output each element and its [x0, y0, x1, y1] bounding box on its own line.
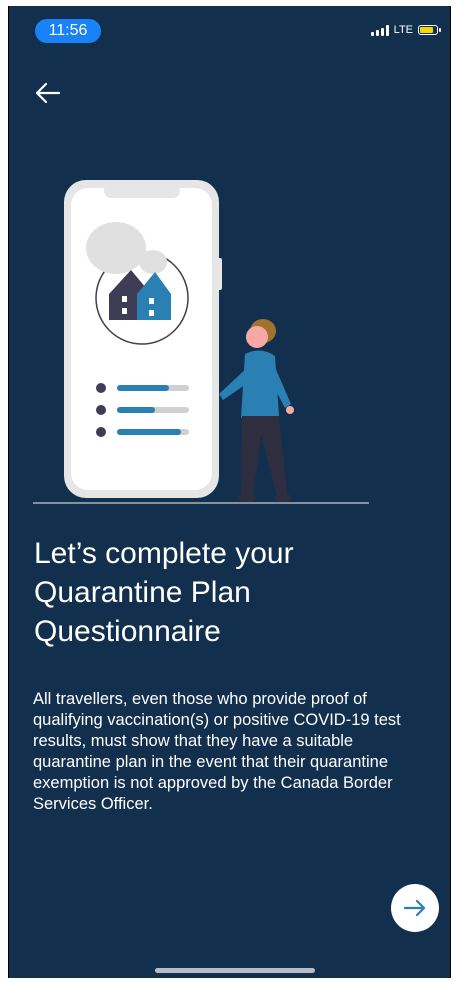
status-indicators: LTE	[370, 24, 441, 36]
arrow-left-icon	[35, 82, 61, 104]
battery-charging-icon	[418, 25, 441, 35]
status-time: 11:56	[35, 19, 101, 43]
signal-bars-icon	[370, 24, 389, 36]
phone-notch	[104, 184, 180, 198]
network-label: LTE	[393, 24, 413, 36]
screen: 11:56 LTE Let’s complete your Quarantine…	[8, 6, 451, 978]
page-title: Let’s complete your Quarantine Plan Ques…	[34, 537, 294, 648]
home-indicator[interactable]	[155, 968, 315, 973]
phone-side-button	[217, 258, 222, 290]
next-button[interactable]	[391, 884, 439, 932]
cloud-shape-small	[139, 250, 167, 274]
back-button[interactable]	[33, 78, 63, 108]
person-head	[246, 326, 268, 348]
description-text: All travellers, even those who provide p…	[33, 690, 401, 813]
person-legs	[241, 416, 287, 496]
cloud-shape	[86, 222, 146, 274]
phone-house-checklist-person-illustration	[33, 180, 369, 504]
arrow-right-icon	[403, 899, 426, 917]
